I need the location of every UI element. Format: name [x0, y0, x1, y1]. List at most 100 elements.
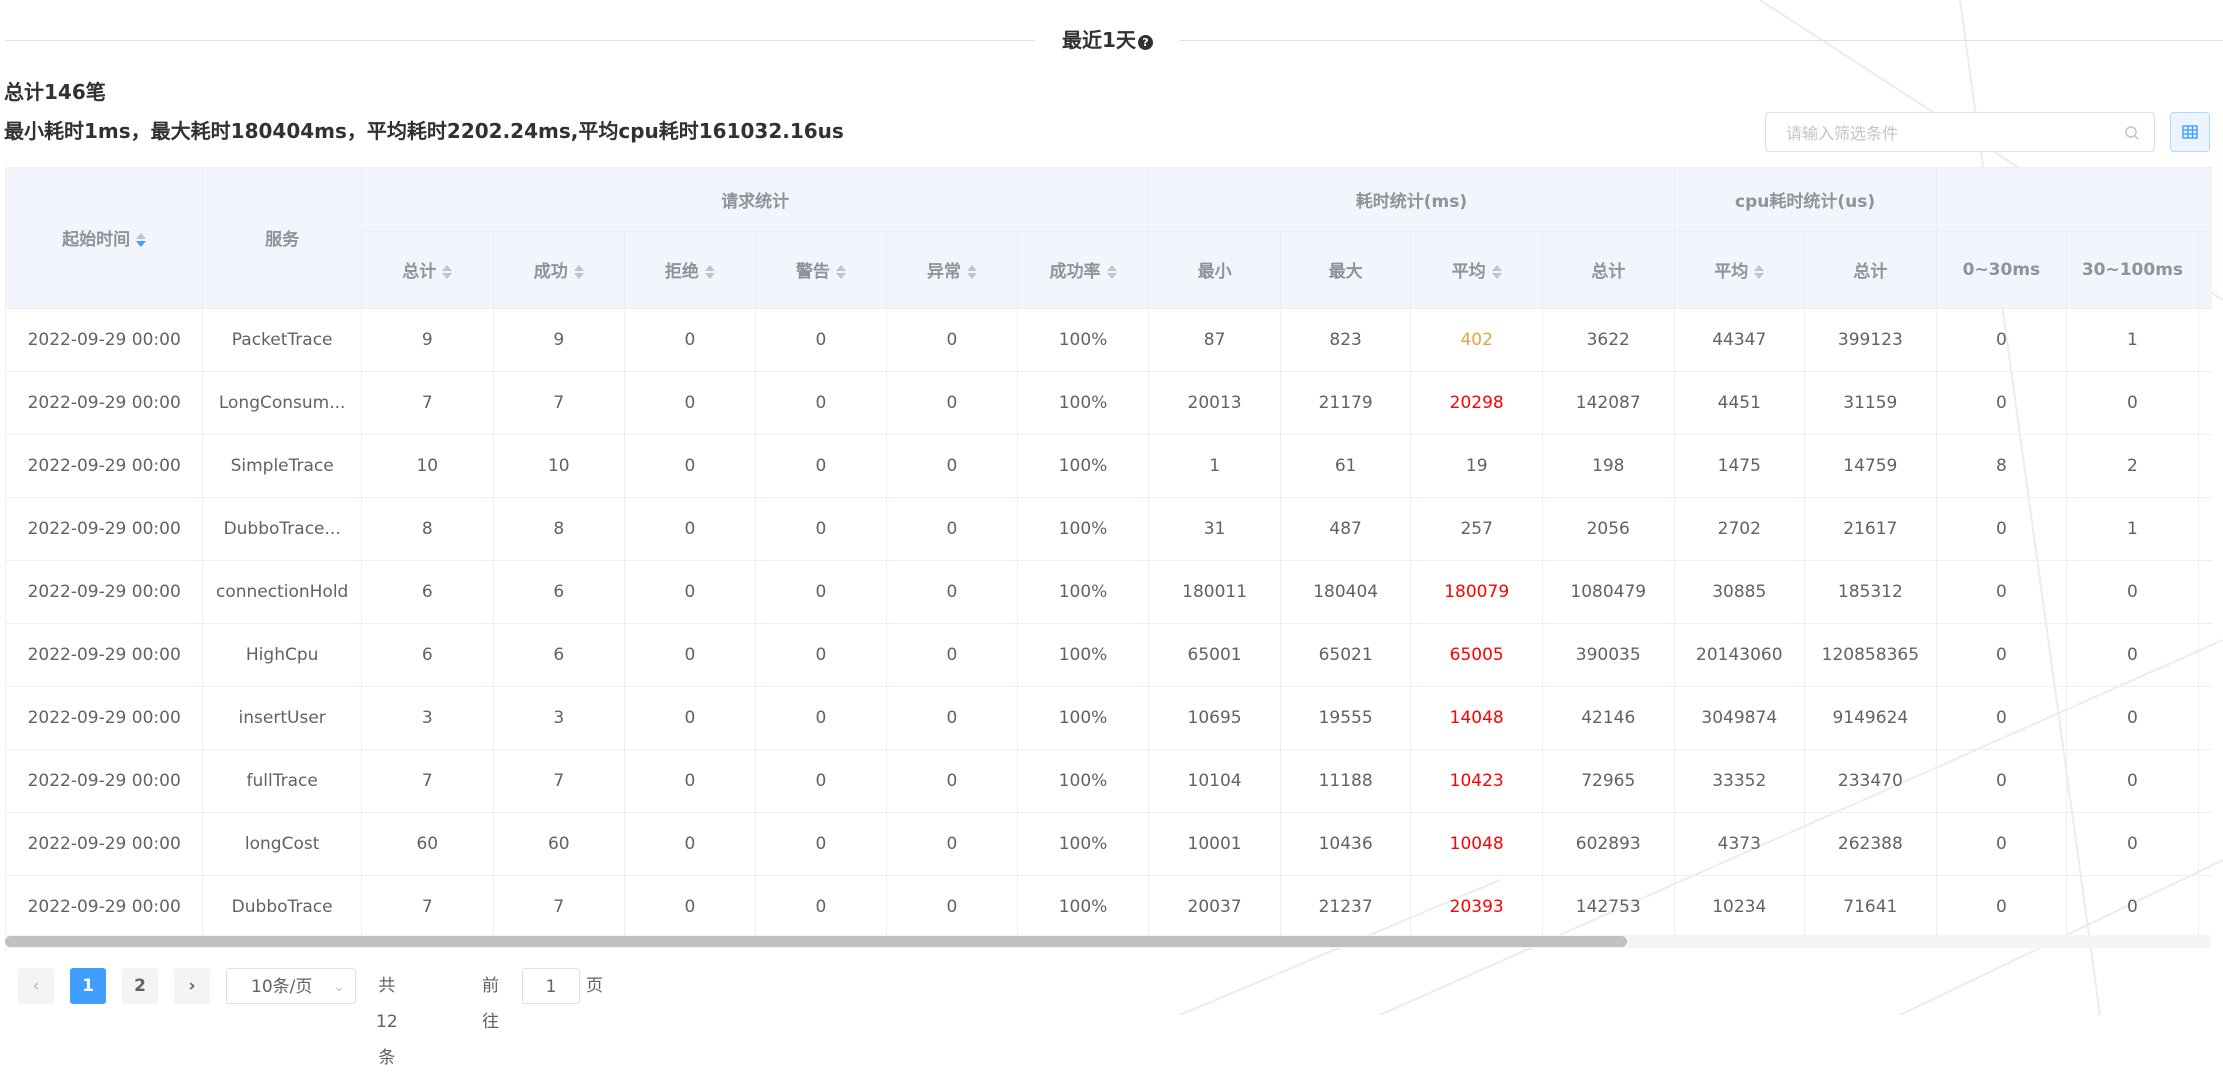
- page-2-button[interactable]: 2: [122, 968, 158, 1004]
- cell-cpu-total: 71641: [1804, 875, 1937, 939]
- col-req-total[interactable]: 总计: [361, 231, 494, 309]
- cell-avg: 65005: [1410, 623, 1543, 687]
- cell-success: 7: [493, 875, 626, 939]
- cell-reject: 0: [624, 875, 756, 939]
- scrollbar-thumb[interactable]: [5, 936, 1627, 947]
- cell-avg: 257: [1410, 497, 1543, 561]
- cell-b1: 0: [1936, 749, 2068, 813]
- group-latency-buckets: [1936, 168, 2212, 232]
- cell-min: 31: [1148, 497, 1281, 561]
- page-unit-label: 页: [586, 976, 603, 996]
- next-page-button[interactable]: ›: [174, 968, 210, 1004]
- col-lat-avg[interactable]: 平均: [1410, 231, 1543, 309]
- cell-service: DubboTrace...: [202, 497, 362, 561]
- cell-success: 10: [493, 434, 626, 498]
- sort-icon[interactable]: [835, 264, 846, 280]
- table-row[interactable]: 2022-09-29 00:00 LongConsum... 7 7 0 0 0 100% 20…: [6, 371, 2212, 435]
- cell-b2: 0: [2066, 875, 2199, 939]
- filter-search-input[interactable]: [1784, 121, 2108, 145]
- table-row[interactable]: 2022-09-29 00:00 longCost 60 60 0 0 0 100% 10001…: [6, 812, 2212, 876]
- cell-warn: 0: [755, 497, 888, 561]
- col-req-warn[interactable]: 警告: [755, 231, 888, 309]
- table-row[interactable]: 2022-09-29 00:00 insertUser 3 3 0 0 0 100% 10695…: [6, 686, 2212, 750]
- cell-warn: 0: [755, 875, 888, 939]
- cell-service: SimpleTrace: [202, 434, 362, 498]
- col-req-error[interactable]: 异常: [886, 231, 1018, 309]
- cell-success: 6: [493, 623, 626, 687]
- cell-b2: 0: [2066, 371, 2199, 435]
- cell-b1: 0: [1936, 560, 2068, 624]
- cell-success: 3: [493, 686, 626, 750]
- col-lat-total: 总计: [1542, 231, 1675, 309]
- cell-reject: 0: [624, 623, 756, 687]
- cell-reject: 0: [624, 497, 756, 561]
- col-start-time[interactable]: 起始时间: [6, 168, 204, 309]
- sort-icon[interactable]: [442, 264, 453, 280]
- group-latency-stats: 耗时统计(ms): [1148, 168, 1675, 232]
- cell-sum: 390035: [1542, 623, 1675, 687]
- cell-bucket-next: [2198, 497, 2212, 561]
- table-row[interactable]: 2022-09-29 00:00 SimpleTrace 10 10 0 0 0 100% 1 6…: [6, 434, 2212, 498]
- cell-min: 180011: [1148, 560, 1281, 624]
- cell-rate: 100%: [1017, 308, 1150, 372]
- cell-min: 10001: [1148, 812, 1281, 876]
- prev-page-button[interactable]: ‹: [18, 968, 54, 1004]
- col-req-reject-label: 拒绝: [664, 262, 699, 282]
- col-cpu-avg[interactable]: 平均: [1674, 231, 1806, 309]
- stats-table-container[interactable]: 起始时间 服务 请求统计 耗时统计(ms) cpu耗时统计(us) 总计 成功 …: [5, 167, 2212, 951]
- table-row[interactable]: 2022-09-29 00:00 DubboTrace... 8 8 0 0 0 100% 31…: [6, 497, 2212, 561]
- page-1-button[interactable]: 1: [70, 968, 106, 1004]
- col-req-rate[interactable]: 成功率: [1017, 231, 1150, 309]
- cell-service: HighCpu: [202, 623, 362, 687]
- cell-b2: 0: [2066, 560, 2199, 624]
- table-row[interactable]: 2022-09-29 00:00 DubboTrace 7 7 0 0 0 100% 20037…: [6, 875, 2212, 939]
- table-row[interactable]: 2022-09-29 00:00 connectionHold 6 6 0 0 0 100% 1…: [6, 560, 2212, 624]
- sort-icon[interactable]: [704, 264, 715, 280]
- col-req-reject[interactable]: 拒绝: [624, 231, 756, 309]
- cell-error: 0: [886, 497, 1018, 561]
- cell-sum: 142753: [1542, 875, 1675, 939]
- cell-cpu-avg: 4451: [1674, 371, 1806, 435]
- cell-cpu-avg: 10234: [1674, 875, 1806, 939]
- cell-max: 10436: [1280, 812, 1412, 876]
- cell-b2: 2: [2066, 434, 2199, 498]
- table-row[interactable]: 2022-09-29 00:00 HighCpu 6 6 0 0 0 100% 65001 650…: [6, 623, 2212, 687]
- table-row[interactable]: 2022-09-29 00:00 fullTrace 7 7 0 0 0 100% 10104 1…: [6, 749, 2212, 813]
- col-lat-min: 最小: [1148, 231, 1281, 309]
- cell-bucket-next: [2198, 434, 2212, 498]
- horizontal-scrollbar[interactable]: [5, 935, 2211, 948]
- cell-sum: 1080479: [1542, 560, 1675, 624]
- sort-icon[interactable]: [136, 232, 147, 248]
- sort-icon[interactable]: [1491, 264, 1502, 280]
- table-row[interactable]: 2022-09-29 00:00 PacketTrace 9 9 0 0 0 100% 87 82…: [6, 308, 2212, 372]
- cell-min: 65001: [1148, 623, 1281, 687]
- sort-icon[interactable]: [573, 264, 584, 280]
- sort-icon[interactable]: [1106, 264, 1117, 280]
- goto-page-input[interactable]: 1: [522, 968, 580, 1004]
- cell-min: 20013: [1148, 371, 1281, 435]
- cell-cpu-total: 233470: [1804, 749, 1937, 813]
- search-icon[interactable]: [2124, 125, 2140, 141]
- page-size-select[interactable]: 10条/页 ⌄: [226, 968, 356, 1004]
- col-req-success[interactable]: 成功: [493, 231, 626, 309]
- sort-icon[interactable]: [966, 264, 977, 280]
- cell-warn: 0: [755, 686, 888, 750]
- cell-b2: 1: [2066, 308, 2199, 372]
- sort-icon[interactable]: [1754, 264, 1765, 280]
- cell-bucket-next: [2198, 686, 2212, 750]
- cell-max: 21179: [1280, 371, 1412, 435]
- stats-table-body: 2022-09-29 00:00 PacketTrace 9 9 0 0 0 100% 87 82…: [6, 308, 2212, 939]
- cell-min: 20037: [1148, 875, 1281, 939]
- col-lat-avg-label: 平均: [1451, 262, 1486, 282]
- cell-avg: 10048: [1410, 812, 1543, 876]
- cell-service: PacketTrace: [202, 308, 362, 372]
- cell-min: 10695: [1148, 686, 1281, 750]
- cell-error: 0: [886, 434, 1018, 498]
- table-view-button[interactable]: [2170, 112, 2210, 152]
- cell-max: 65021: [1280, 623, 1412, 687]
- cell-b1: 0: [1936, 812, 2068, 876]
- question-circle-icon[interactable]: ?: [1137, 35, 1153, 50]
- cell-avg: 402: [1410, 308, 1543, 372]
- col-cpu-avg-label: 平均: [1714, 262, 1749, 282]
- cell-b1: 0: [1936, 875, 2068, 939]
